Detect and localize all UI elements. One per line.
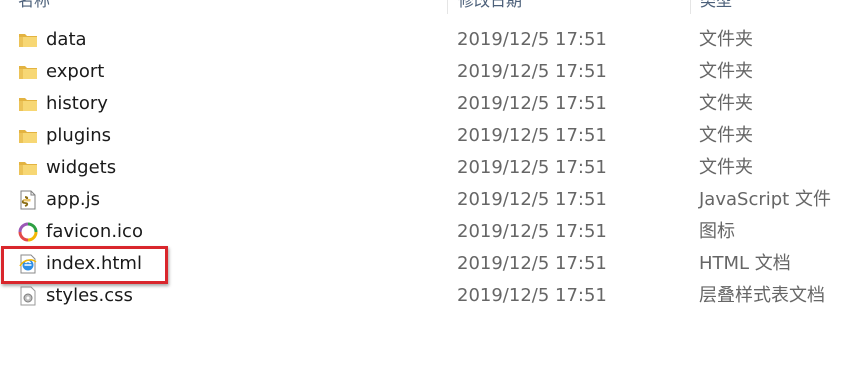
column-header-date[interactable]: 修改日期 <box>458 0 522 14</box>
file-date: 2019/12/5 17:51 <box>457 93 607 114</box>
file-name: favicon.ico <box>46 221 143 242</box>
javascript-file-icon <box>17 190 39 210</box>
file-row-history[interactable]: history 2019/12/5 17:51 文件夹 <box>0 88 860 120</box>
file-name: widgets <box>46 157 117 178</box>
file-type: 图标 <box>699 221 735 242</box>
file-name: export <box>46 61 105 82</box>
file-type: 文件夹 <box>699 93 753 114</box>
file-date: 2019/12/5 17:51 <box>457 61 607 82</box>
highlight-box <box>1 246 168 284</box>
column-divider[interactable] <box>690 0 691 14</box>
column-header-type[interactable]: 类型 <box>700 0 732 14</box>
file-type: 文件夹 <box>699 61 753 82</box>
file-name: history <box>46 93 108 114</box>
file-type: 文件夹 <box>699 125 753 146</box>
file-row-data[interactable]: data 2019/12/5 17:51 文件夹 <box>0 24 860 56</box>
file-name: data <box>46 29 87 50</box>
folder-icon <box>17 62 39 82</box>
file-row-favicon-ico[interactable]: favicon.ico 2019/12/5 17:51 图标 <box>0 216 860 248</box>
file-row-styles-css[interactable]: styles.css 2019/12/5 17:51 层叠样式表文档 <box>0 280 860 312</box>
file-date: 2019/12/5 17:51 <box>457 29 607 50</box>
file-date: 2019/12/5 17:51 <box>457 221 607 242</box>
file-date: 2019/12/5 17:51 <box>457 285 607 306</box>
folder-icon <box>17 126 39 146</box>
file-type: JavaScript 文件 <box>699 189 831 210</box>
column-divider[interactable] <box>447 0 448 14</box>
file-row-plugins[interactable]: plugins 2019/12/5 17:51 文件夹 <box>0 120 860 152</box>
file-row-app-js[interactable]: app.js 2019/12/5 17:51 JavaScript 文件 <box>0 184 860 216</box>
file-name: styles.css <box>46 285 133 306</box>
file-row-widgets[interactable]: widgets 2019/12/5 17:51 文件夹 <box>0 152 860 184</box>
file-date: 2019/12/5 17:51 <box>457 125 607 146</box>
file-date: 2019/12/5 17:51 <box>457 157 607 178</box>
file-type: 文件夹 <box>699 29 753 50</box>
file-name: plugins <box>46 125 112 146</box>
column-header-name[interactable]: 名称 <box>18 0 50 14</box>
column-header: 名称 修改日期 类型 <box>0 0 860 14</box>
file-type: 文件夹 <box>699 157 753 178</box>
ico-file-icon <box>17 222 39 242</box>
file-type: HTML 文档 <box>699 253 791 274</box>
file-row-export[interactable]: export 2019/12/5 17:51 文件夹 <box>0 56 860 88</box>
file-date: 2019/12/5 17:51 <box>457 253 607 274</box>
folder-icon <box>17 30 39 50</box>
folder-icon <box>17 158 39 178</box>
folder-icon <box>17 94 39 114</box>
file-name: app.js <box>46 189 100 210</box>
file-date: 2019/12/5 17:51 <box>457 189 607 210</box>
file-type: 层叠样式表文档 <box>699 285 825 306</box>
css-file-icon <box>17 286 39 306</box>
